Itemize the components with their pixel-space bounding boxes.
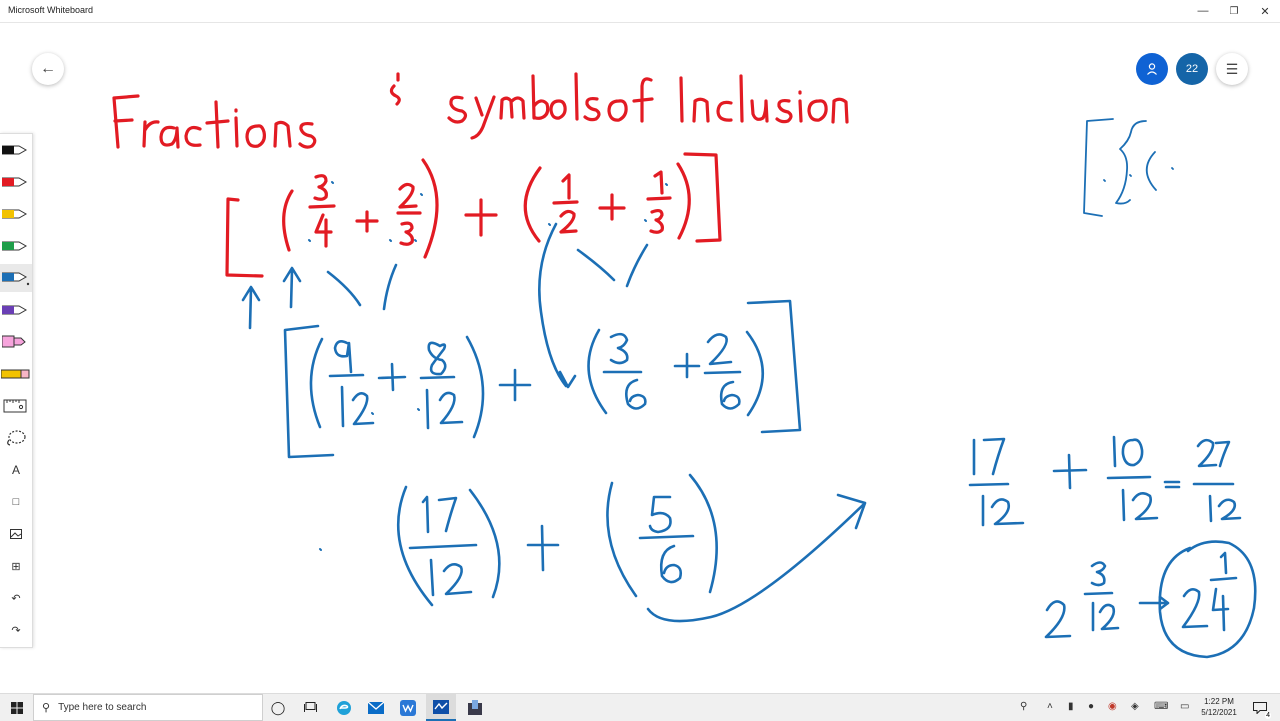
ruler-tool[interactable] [0, 392, 32, 420]
black-pen-icon [2, 145, 28, 155]
minimize-button[interactable]: — [1187, 0, 1219, 22]
text-tool[interactable]: A [0, 456, 32, 484]
search-input[interactable] [58, 702, 249, 713]
windows-logo-icon [10, 701, 23, 714]
taskbar-clock[interactable]: 1:22 PM 5/12/2021 [1196, 696, 1242, 718]
add-icon: ⊞ [11, 560, 21, 573]
text-icon: A [11, 463, 20, 477]
image-tool[interactable] [0, 520, 32, 548]
cortana-icon: ◯ [270, 699, 286, 715]
note-tool[interactable]: □ [0, 488, 32, 516]
green-pen-icon [2, 241, 28, 251]
notification-count: 4 [1265, 712, 1271, 719]
close-button[interactable]: ✕ [1249, 0, 1280, 22]
title-bar: Microsoft Whiteboard — ❐ ✕ [0, 0, 1280, 23]
pen-app-icon [468, 699, 482, 715]
microphone-icon[interactable]: ● [1088, 701, 1094, 712]
participants-count: 22 [1185, 63, 1199, 75]
notification-icon [1253, 701, 1267, 714]
blue-pen-tool[interactable] [0, 264, 32, 292]
green-pen-tool[interactable] [0, 232, 32, 260]
redo-icon: ↷ [11, 624, 21, 637]
screen-icon[interactable]: ▭ [1180, 701, 1189, 712]
chevron-up-icon[interactable]: ˄ [1047, 701, 1053, 712]
highlighter-tool[interactable] [0, 328, 32, 356]
back-button[interactable]: ← [32, 53, 64, 85]
purple-pen-tool[interactable] [0, 296, 32, 324]
title-ink [112, 72, 849, 149]
start-button[interactable] [0, 694, 33, 721]
people-icon[interactable]: ⚲ [1020, 701, 1027, 712]
undo-button[interactable]: ↶ [0, 584, 32, 612]
search-icon: ⚲ [42, 702, 51, 714]
notifications-button[interactable]: 4 [1246, 694, 1274, 721]
task-view-button[interactable] [296, 694, 324, 721]
yellow-pen-tool[interactable] [0, 200, 32, 228]
sum-ink [968, 435, 1242, 527]
eraser-icon [1, 369, 30, 379]
whiteboard-icon [400, 699, 416, 716]
undo-icon: ↶ [11, 592, 21, 605]
ink-dots [308, 181, 668, 551]
whiteboard-active-icon [433, 699, 449, 714]
black-pen-tool[interactable] [0, 136, 32, 164]
clock-date: 5/12/2021 [1201, 708, 1237, 717]
windows-taskbar: ⚲ ◯ ⚲ ˄ ▮ ● ◉ ◈ ⌨ ▭ 1:22 PM 5/12/2021 4 [0, 693, 1280, 721]
usb-icon[interactable]: ▮ [1068, 701, 1074, 712]
pen-app[interactable] [460, 694, 490, 721]
image-icon [10, 529, 22, 539]
sticky-note-icon: □ [12, 496, 20, 508]
expression-1-ink [225, 152, 722, 278]
invite-button[interactable] [1136, 53, 1168, 85]
purple-pen-icon [2, 305, 28, 315]
back-arrow-icon: ← [40, 60, 56, 77]
whiteboard-window-app[interactable] [426, 694, 456, 721]
app-title: Microsoft Whiteboard [8, 5, 94, 15]
mail-app[interactable] [362, 694, 390, 721]
participants-badge[interactable]: 22 [1176, 53, 1208, 85]
inking-toolbar: A □ ⊞ ↶ ↷ [0, 133, 33, 648]
restore-button[interactable]: ❐ [1218, 0, 1250, 22]
restore-icon: ❐ [1229, 5, 1239, 17]
redo-button[interactable]: ↷ [0, 616, 32, 644]
blue-pen-icon [2, 272, 30, 286]
edge-icon [337, 700, 351, 715]
expression-2-ink [241, 222, 802, 459]
clock-time: 1:22 PM [1204, 697, 1234, 706]
person-icon [1147, 63, 1157, 75]
eraser-tool[interactable] [0, 360, 32, 388]
insert-tool[interactable]: ⊞ [0, 552, 32, 580]
symbols-ink [1083, 118, 1174, 217]
expression-3-ink [396, 473, 867, 623]
cortana-button[interactable]: ◯ [264, 694, 292, 721]
whiteboard-app[interactable] [394, 694, 422, 721]
red-pen-tool[interactable] [0, 168, 32, 196]
close-icon: ✕ [1260, 5, 1270, 18]
highlighter-icon [2, 335, 26, 348]
record-icon[interactable]: ◉ [1108, 701, 1117, 712]
edge-app[interactable] [330, 694, 358, 721]
keyboard-icon[interactable]: ⌨ [1154, 701, 1168, 712]
yellow-pen-icon [2, 209, 28, 219]
ruler-icon [3, 399, 27, 413]
minimize-icon: — [1197, 5, 1209, 17]
mail-icon [368, 701, 384, 714]
red-pen-icon [2, 177, 28, 187]
taskbar-search[interactable]: ⚲ [33, 694, 263, 721]
lasso-icon [7, 430, 26, 446]
result-ink [1044, 540, 1257, 659]
hamburger-icon: ☰ [1225, 60, 1239, 77]
network-icon[interactable]: ◈ [1131, 701, 1139, 712]
lasso-tool[interactable] [0, 424, 32, 452]
menu-button[interactable]: ☰ [1216, 53, 1248, 85]
whiteboard-canvas[interactable] [0, 23, 1280, 693]
task-view-icon [303, 702, 317, 712]
